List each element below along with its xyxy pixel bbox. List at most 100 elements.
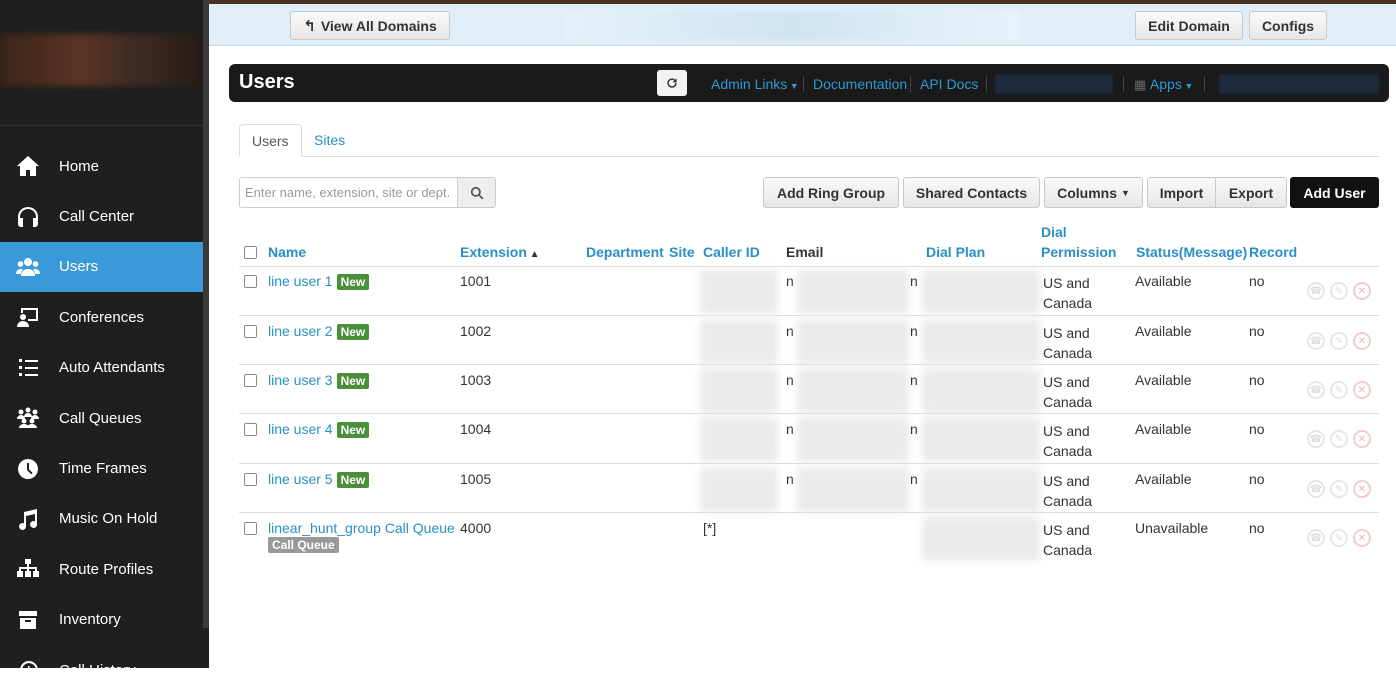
column-header-caller-id[interactable]: Caller ID: [703, 244, 760, 260]
edit-icon[interactable]: ✎: [1330, 282, 1348, 300]
row-checkbox[interactable]: [244, 325, 257, 338]
sidebar-item-call-center[interactable]: Call Center: [0, 191, 203, 241]
sidebar-item-home[interactable]: Home: [0, 141, 203, 191]
dial-plan-redacted: [922, 418, 1040, 462]
configs-button[interactable]: Configs: [1249, 11, 1327, 40]
sidebar-item-music-on-hold[interactable]: Music On Hold: [0, 494, 203, 544]
edit-icon[interactable]: ✎: [1330, 480, 1348, 498]
sidebar-item-route-profiles[interactable]: Route Profiles: [0, 544, 203, 594]
user-name-link[interactable]: linear_hunt_group Call Queue: [268, 520, 455, 536]
divider: [1204, 76, 1205, 92]
edit-icon[interactable]: ✎: [1330, 529, 1348, 547]
sidebar-item-label: Conferences: [59, 308, 145, 326]
email-redacted: [797, 468, 909, 512]
phone-icon[interactable]: ☎: [1307, 529, 1325, 547]
phone-icon[interactable]: ☎: [1307, 332, 1325, 350]
refresh-button[interactable]: [657, 70, 687, 96]
add-user-button[interactable]: Add User: [1290, 177, 1379, 208]
list-icon: [14, 354, 42, 382]
extension-cell: 1002: [460, 323, 492, 339]
columns-dropdown[interactable]: Columns ▼: [1044, 177, 1143, 208]
row-checkbox[interactable]: [244, 374, 257, 387]
status-cell: Available: [1135, 471, 1192, 487]
dial-plan-redacted: [922, 369, 1040, 413]
user-name-link[interactable]: line user 4: [268, 421, 333, 437]
sidebar-item-call-queues[interactable]: Call Queues: [0, 393, 203, 443]
delete-icon[interactable]: ✕: [1353, 381, 1371, 399]
column-header-dial-plan[interactable]: Dial Plan: [926, 244, 985, 260]
search-input[interactable]: [240, 178, 458, 207]
dial-plan-redacted: [922, 468, 1040, 512]
user-menu-redacted[interactable]: [1219, 74, 1379, 94]
extension-cell: 1004: [460, 421, 492, 437]
edit-icon[interactable]: ✎: [1330, 332, 1348, 350]
search-button[interactable]: [457, 178, 495, 207]
user-name-cell: line user 5 New: [268, 471, 370, 488]
row-checkbox[interactable]: [244, 522, 257, 535]
record-cell: no: [1249, 520, 1265, 536]
apps-dropdown[interactable]: ▦ Apps ▼: [1134, 76, 1193, 93]
documentation-link[interactable]: Documentation: [813, 76, 907, 92]
phone-icon[interactable]: ☎: [1307, 480, 1325, 498]
sidebar-item-users[interactable]: Users: [0, 241, 203, 293]
user-name-link[interactable]: line user 2: [268, 323, 333, 339]
delete-icon[interactable]: ✕: [1353, 480, 1371, 498]
import-button[interactable]: Import: [1147, 177, 1216, 208]
row-checkbox[interactable]: [244, 473, 257, 486]
column-header-dial-permission-line1[interactable]: Dial: [1041, 224, 1067, 240]
new-badge: New: [336, 422, 370, 438]
sidebar-item-inventory[interactable]: Inventory: [0, 595, 203, 645]
phone-icon[interactable]: ☎: [1307, 282, 1325, 300]
sidebar-item-call-history[interactable]: Call History: [0, 645, 203, 695]
column-header-site[interactable]: Site: [669, 244, 695, 260]
edit-domain-button[interactable]: Edit Domain: [1135, 11, 1243, 40]
tab-users[interactable]: Users: [239, 124, 302, 157]
edit-icon[interactable]: ✎: [1330, 430, 1348, 448]
page-header: Users Admin Links ▼ Documentation API Do…: [229, 64, 1389, 102]
api-docs-link[interactable]: API Docs: [920, 76, 978, 92]
column-header-record[interactable]: Record: [1249, 244, 1297, 260]
delete-icon[interactable]: ✕: [1353, 332, 1371, 350]
shared-contacts-button[interactable]: Shared Contacts: [903, 177, 1040, 208]
caller-id-redacted: [700, 320, 778, 364]
caret-down-icon: ▼: [1120, 187, 1130, 198]
edit-icon[interactable]: ✎: [1330, 381, 1348, 399]
export-button[interactable]: Export: [1215, 177, 1287, 208]
row-checkbox[interactable]: [244, 423, 257, 436]
brand-logo[interactable]: [0, 0, 203, 126]
delete-icon[interactable]: ✕: [1353, 430, 1371, 448]
row-divider: [239, 413, 1379, 414]
select-all-checkbox[interactable]: [244, 246, 257, 259]
column-header-status[interactable]: Status(Message): [1136, 244, 1247, 260]
tab-sites[interactable]: Sites: [302, 124, 357, 157]
column-header-dial-permission-line2[interactable]: Permission: [1041, 244, 1116, 260]
column-header-extension[interactable]: Extension ▲: [460, 244, 540, 260]
home-icon: [14, 152, 42, 180]
admin-links-dropdown[interactable]: Admin Links ▼: [711, 76, 799, 92]
sidebar-item-conferences[interactable]: Conferences: [0, 292, 203, 342]
delete-icon[interactable]: ✕: [1353, 282, 1371, 300]
dial-permission-cell: US and Canada: [1043, 275, 1093, 311]
add-ring-group-button[interactable]: Add Ring Group: [763, 177, 899, 208]
user-name-cell: line user 4 New: [268, 421, 370, 438]
phone-icon[interactable]: ☎: [1307, 381, 1325, 399]
sidebar-scrollbar[interactable]: [203, 0, 209, 628]
extension-cell: 1001: [460, 273, 492, 289]
headset-icon: [14, 203, 42, 231]
view-all-domains-button[interactable]: ↰ View All Domains: [290, 11, 450, 40]
sidebar-item-label: Users: [59, 258, 99, 276]
user-name-link[interactable]: line user 1: [268, 273, 333, 289]
row-checkbox[interactable]: [244, 275, 257, 288]
sidebar-item-label: Call Center: [59, 208, 135, 226]
email-prefix: n: [786, 372, 794, 388]
user-name-link[interactable]: line user 5: [268, 471, 333, 487]
delete-icon[interactable]: ✕: [1353, 529, 1371, 547]
sidebar-item-auto-attendants[interactable]: Auto Attendants: [0, 343, 203, 393]
sidebar-item-time-frames[interactable]: Time Frames: [0, 443, 203, 493]
column-header-name[interactable]: Name: [268, 244, 306, 260]
column-header-department[interactable]: Department: [586, 244, 664, 260]
user-name-link[interactable]: line user 3: [268, 372, 333, 388]
row-actions: ☎ ✎ ✕: [1307, 381, 1371, 399]
phone-icon[interactable]: ☎: [1307, 430, 1325, 448]
row-divider: [239, 315, 1379, 316]
